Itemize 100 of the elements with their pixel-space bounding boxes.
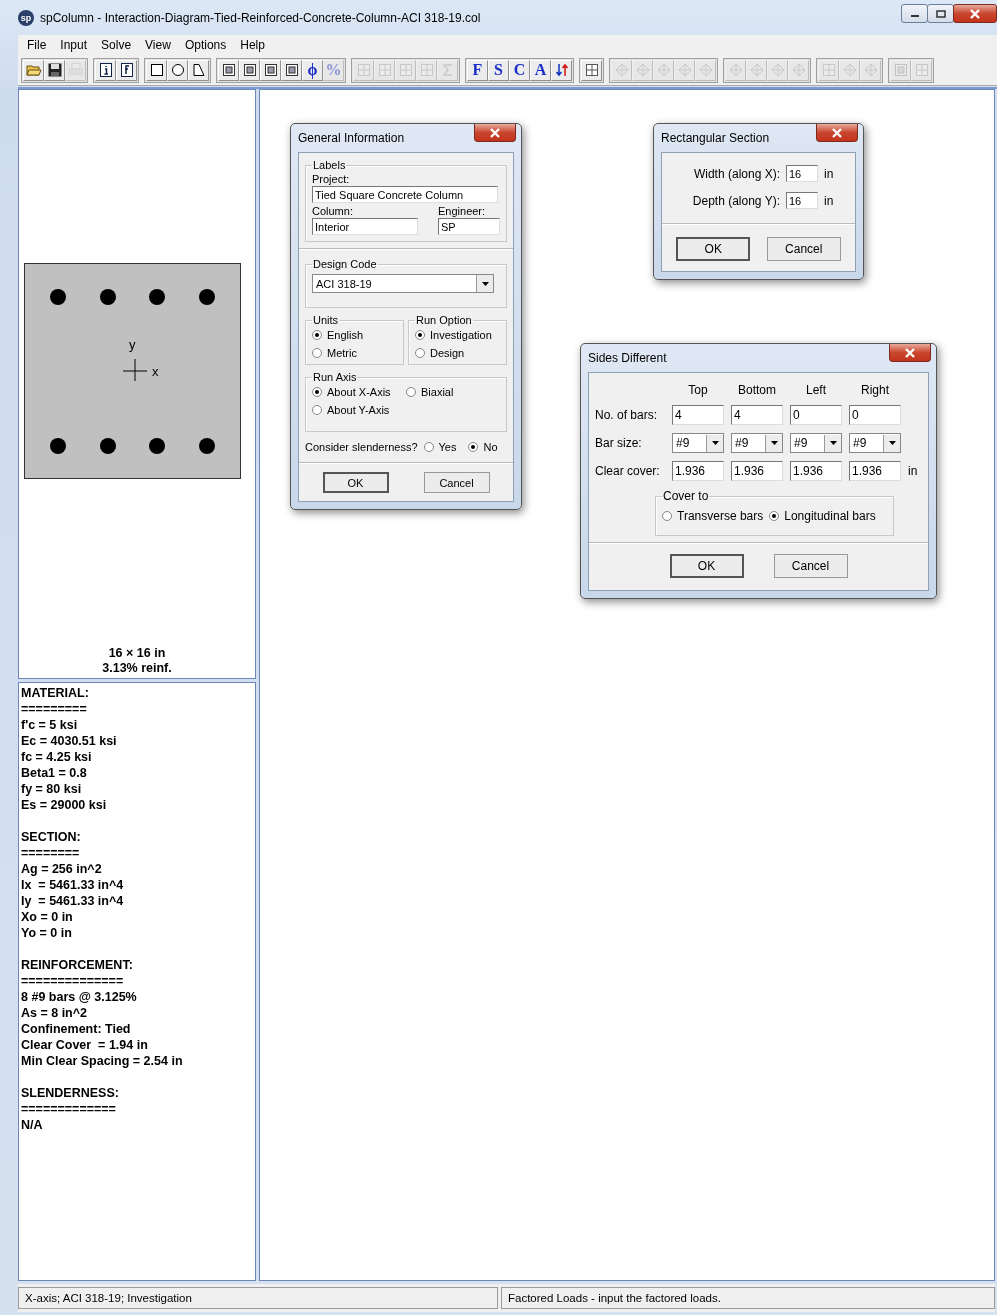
- radio-button[interactable]: [769, 511, 780, 521]
- cancel-button[interactable]: Cancel: [423, 472, 490, 493]
- bar-size-dropdown[interactable]: #9: [672, 433, 724, 453]
- group-label: Cover to: [662, 489, 710, 503]
- menu-item[interactable]: File: [20, 38, 54, 52]
- row-label: Clear cover:: [595, 464, 661, 478]
- cancel-button[interactable]: Cancel: [773, 554, 848, 578]
- column-header: Left: [805, 383, 827, 397]
- property-line: Yo = 0 in: [21, 925, 73, 941]
- field-label: Width (along X):: [692, 166, 780, 181]
- value-field[interactable]: 4: [672, 405, 724, 425]
- radio-label: No: [483, 441, 498, 453]
- bar-size-dropdown[interactable]: #9: [790, 433, 842, 453]
- frame-button[interactable]: [239, 59, 260, 81]
- bar-size-dropdown[interactable]: #9: [849, 433, 901, 453]
- radio-button[interactable]: [312, 387, 322, 397]
- value-field[interactable]: 1.936: [790, 461, 842, 481]
- property-line: N/A: [21, 1117, 44, 1133]
- unit-label: in: [824, 193, 834, 208]
- radio-label: Design: [430, 347, 465, 359]
- window-title: spColumn - Interaction-Diagram-Tied-Reinforced-Concrete-Column-ACI 318-19.col: [40, 10, 481, 25]
- folder-button[interactable]: [23, 59, 44, 81]
- close-icon: [489, 127, 501, 138]
- grid-icon: [913, 62, 930, 78]
- radio-label: About X-Axis: [327, 386, 391, 398]
- value-field[interactable]: 0: [790, 405, 842, 425]
- menu-item[interactable]: Solve: [94, 38, 139, 52]
- radio-button[interactable]: [662, 511, 672, 521]
- maximize-button[interactable]: [927, 4, 954, 23]
- value-field[interactable]: 1.936: [731, 461, 783, 481]
- property-line: Ag = 256 in^2: [21, 861, 103, 877]
- close-button[interactable]: [953, 4, 997, 23]
- dropdown-arrow-icon: [888, 441, 896, 445]
- arrows-button[interactable]: [551, 59, 572, 81]
- menu-item[interactable]: Options: [177, 38, 234, 52]
- row-label: No. of bars:: [595, 408, 659, 422]
- ok-button[interactable]: OK: [322, 472, 389, 493]
- field-label: Depth (along Y):: [691, 193, 780, 208]
- value-field[interactable]: 1.936: [672, 461, 724, 481]
- radio-button[interactable]: [312, 348, 322, 358]
- project-field[interactable]: Tied Square Concrete Column: [312, 186, 498, 203]
- design-code-dropdown[interactable]: ACI 318-19: [312, 274, 494, 293]
- document-button[interactable]: [116, 59, 137, 81]
- radio-button[interactable]: [312, 330, 322, 340]
- close-button[interactable]: [816, 124, 858, 142]
- heading-underline: ========: [21, 845, 81, 861]
- bar-size-dropdown[interactable]: #9: [731, 433, 783, 453]
- field-label: Engineer:: [438, 205, 487, 217]
- property-line: Ix = 5461.33 in^4: [21, 877, 125, 893]
- engineer-field[interactable]: SP: [438, 218, 500, 235]
- radio-label: Transverse bars: [677, 509, 764, 523]
- circle-button[interactable]: [167, 59, 188, 81]
- section-caption: 3.13% reinf.: [102, 661, 172, 676]
- radio-button[interactable]: [415, 348, 425, 358]
- ok-button[interactable]: OK: [676, 237, 751, 261]
- property-line: Clear Cover = 1.94 in: [21, 1037, 149, 1053]
- radio-button[interactable]: [468, 442, 479, 452]
- group-label: Run Axis: [312, 371, 358, 383]
- toolbar-button[interactable]: A: [530, 59, 551, 81]
- menu-item[interactable]: Help: [233, 38, 272, 52]
- close-button[interactable]: [889, 344, 931, 362]
- frame-icon: [262, 62, 279, 78]
- menu-item[interactable]: Input: [53, 38, 95, 52]
- diagram-icon: [697, 62, 714, 78]
- close-button[interactable]: [474, 124, 516, 142]
- dimension-field[interactable]: 16: [786, 192, 818, 209]
- diagram-icon: [634, 62, 651, 78]
- frame-button[interactable]: [218, 59, 239, 81]
- property-line: fc = 4.25 ksi: [21, 749, 93, 765]
- toolbar-button[interactable]: S: [488, 59, 509, 81]
- value-field[interactable]: 0: [849, 405, 901, 425]
- toolbar-button[interactable]: F: [467, 59, 488, 81]
- value-field[interactable]: 4: [731, 405, 783, 425]
- value-field[interactable]: 1.936: [849, 461, 901, 481]
- toolbar-button[interactable]: C: [509, 59, 530, 81]
- cancel-button[interactable]: Cancel: [766, 237, 841, 261]
- column-field[interactable]: Interior: [312, 218, 418, 235]
- radio-button[interactable]: [423, 442, 434, 452]
- radio-button[interactable]: [312, 405, 322, 415]
- frame-button[interactable]: [260, 59, 281, 81]
- radio-button[interactable]: [415, 330, 425, 340]
- property-line: fy = 80 ksi: [21, 781, 83, 797]
- section-heading: MATERIAL:: [21, 685, 90, 701]
- property-line: Iy = 5461.33 in^4: [21, 893, 125, 909]
- menu-item[interactable]: View: [138, 38, 178, 52]
- frame-button[interactable]: [281, 59, 302, 81]
- grid-icon: [418, 62, 435, 78]
- grid-icon: [376, 62, 393, 78]
- ok-button[interactable]: OK: [669, 554, 744, 578]
- minimize-button[interactable]: [901, 4, 928, 23]
- dimension-field[interactable]: 16: [786, 165, 818, 182]
- folder-icon: [25, 62, 42, 78]
- circle-icon: [169, 62, 186, 78]
- info-button[interactable]: [95, 59, 116, 81]
- floppy-disk-button[interactable]: [44, 59, 65, 81]
- toolbar-button[interactable]: ϕ: [302, 59, 323, 81]
- radio-button[interactable]: [406, 387, 416, 397]
- polygon-button[interactable]: [188, 59, 209, 81]
- square-button[interactable]: [146, 59, 167, 81]
- grid-icon: [820, 62, 837, 78]
